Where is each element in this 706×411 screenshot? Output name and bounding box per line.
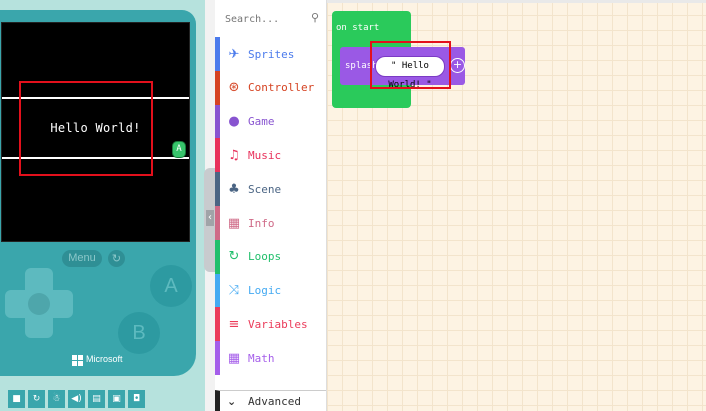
toolbox-category-sprites[interactable]: ✈ Sprites (215, 37, 326, 71)
dpad-center (28, 293, 50, 315)
category-label: Controller (248, 81, 315, 95)
toolbox-category-advanced[interactable]: ⌄ Advanced (215, 390, 326, 411)
toolbox-category-logic[interactable]: ⤨ Logic (215, 273, 326, 308)
category-label: Variables (248, 317, 308, 331)
highlight-box-screen (19, 81, 153, 176)
category-label: Math (248, 351, 275, 365)
toolbox-category-scene[interactable]: ♣ Scene (215, 172, 326, 207)
headphones-icon: ♫ (228, 147, 240, 163)
list-icon: ≡ (228, 316, 240, 332)
toolbox-category-variables[interactable]: ≡ Variables (215, 307, 326, 342)
category-label: Scene (248, 182, 282, 196)
id-card-icon: ▦ (227, 215, 241, 231)
search-input[interactable] (219, 6, 323, 32)
simulator-toolbar: ■ ↻ ☃ ◀) ▤ ▣ ◘ (8, 390, 145, 411)
menu-button[interactable]: Menu (62, 250, 102, 267)
sound-icon[interactable]: ◀) (68, 390, 85, 408)
microsoft-logo-icon (72, 355, 83, 366)
category-label: Logic (248, 284, 282, 298)
toolbox-category-controller[interactable]: ⊛ Controller (215, 70, 326, 105)
highlight-box-block (370, 41, 451, 89)
restart-icon[interactable]: ↻ (28, 390, 45, 408)
a-button-hint-icon: A (172, 141, 186, 158)
brand-label: Microsoft (86, 354, 123, 364)
keyboard-icon[interactable]: ▤ (88, 390, 105, 408)
simulator-panel: Hello World! A Menu ↻ A B Microsoft ■ ↻ … (0, 0, 205, 411)
toolbox-category-loops[interactable]: ↻ Loops (215, 239, 326, 274)
calculator-icon: ▦ (227, 350, 241, 366)
paper-plane-icon: ✈ (228, 46, 240, 62)
screenshot-icon[interactable]: ▣ (108, 390, 125, 408)
refresh-icon: ↻ (228, 249, 240, 265)
category-label: Sprites (248, 47, 295, 61)
gamepad-icon: ⊛ (228, 80, 240, 96)
toolbox-category-info[interactable]: ▦ Info (215, 206, 326, 240)
toolbox-category-music[interactable]: ♫ Music (215, 138, 326, 173)
debug-icon[interactable]: ☃ (48, 390, 65, 408)
category-label: Loops (248, 250, 282, 264)
record-icon[interactable]: ◘ (128, 390, 145, 408)
on-start-label: on start (336, 23, 380, 33)
stop-icon[interactable]: ■ (8, 390, 25, 408)
b-button[interactable]: B (118, 312, 160, 354)
workspace-top-border (327, 0, 706, 3)
circle-icon: ● (228, 114, 240, 130)
search-icon[interactable]: ⚲ (311, 11, 319, 24)
toolbox-category-game[interactable]: ● Game (215, 104, 326, 139)
tree-icon: ♣ (228, 181, 240, 197)
category-label: Game (248, 115, 275, 129)
shuffle-icon: ⤨ (228, 283, 240, 299)
add-parameter-icon[interactable]: + (450, 58, 465, 73)
category-label: Music (248, 148, 282, 162)
chevron-left-icon[interactable]: ‹ (206, 210, 214, 226)
chevron-down-icon: ⌄ (227, 394, 237, 408)
category-label: Advanced (248, 394, 301, 408)
a-button[interactable]: A (150, 265, 192, 307)
category-label: Info (248, 216, 275, 230)
toolbox-category-math[interactable]: ▦ Math (215, 341, 326, 376)
reset-button[interactable]: ↻ (108, 250, 125, 267)
